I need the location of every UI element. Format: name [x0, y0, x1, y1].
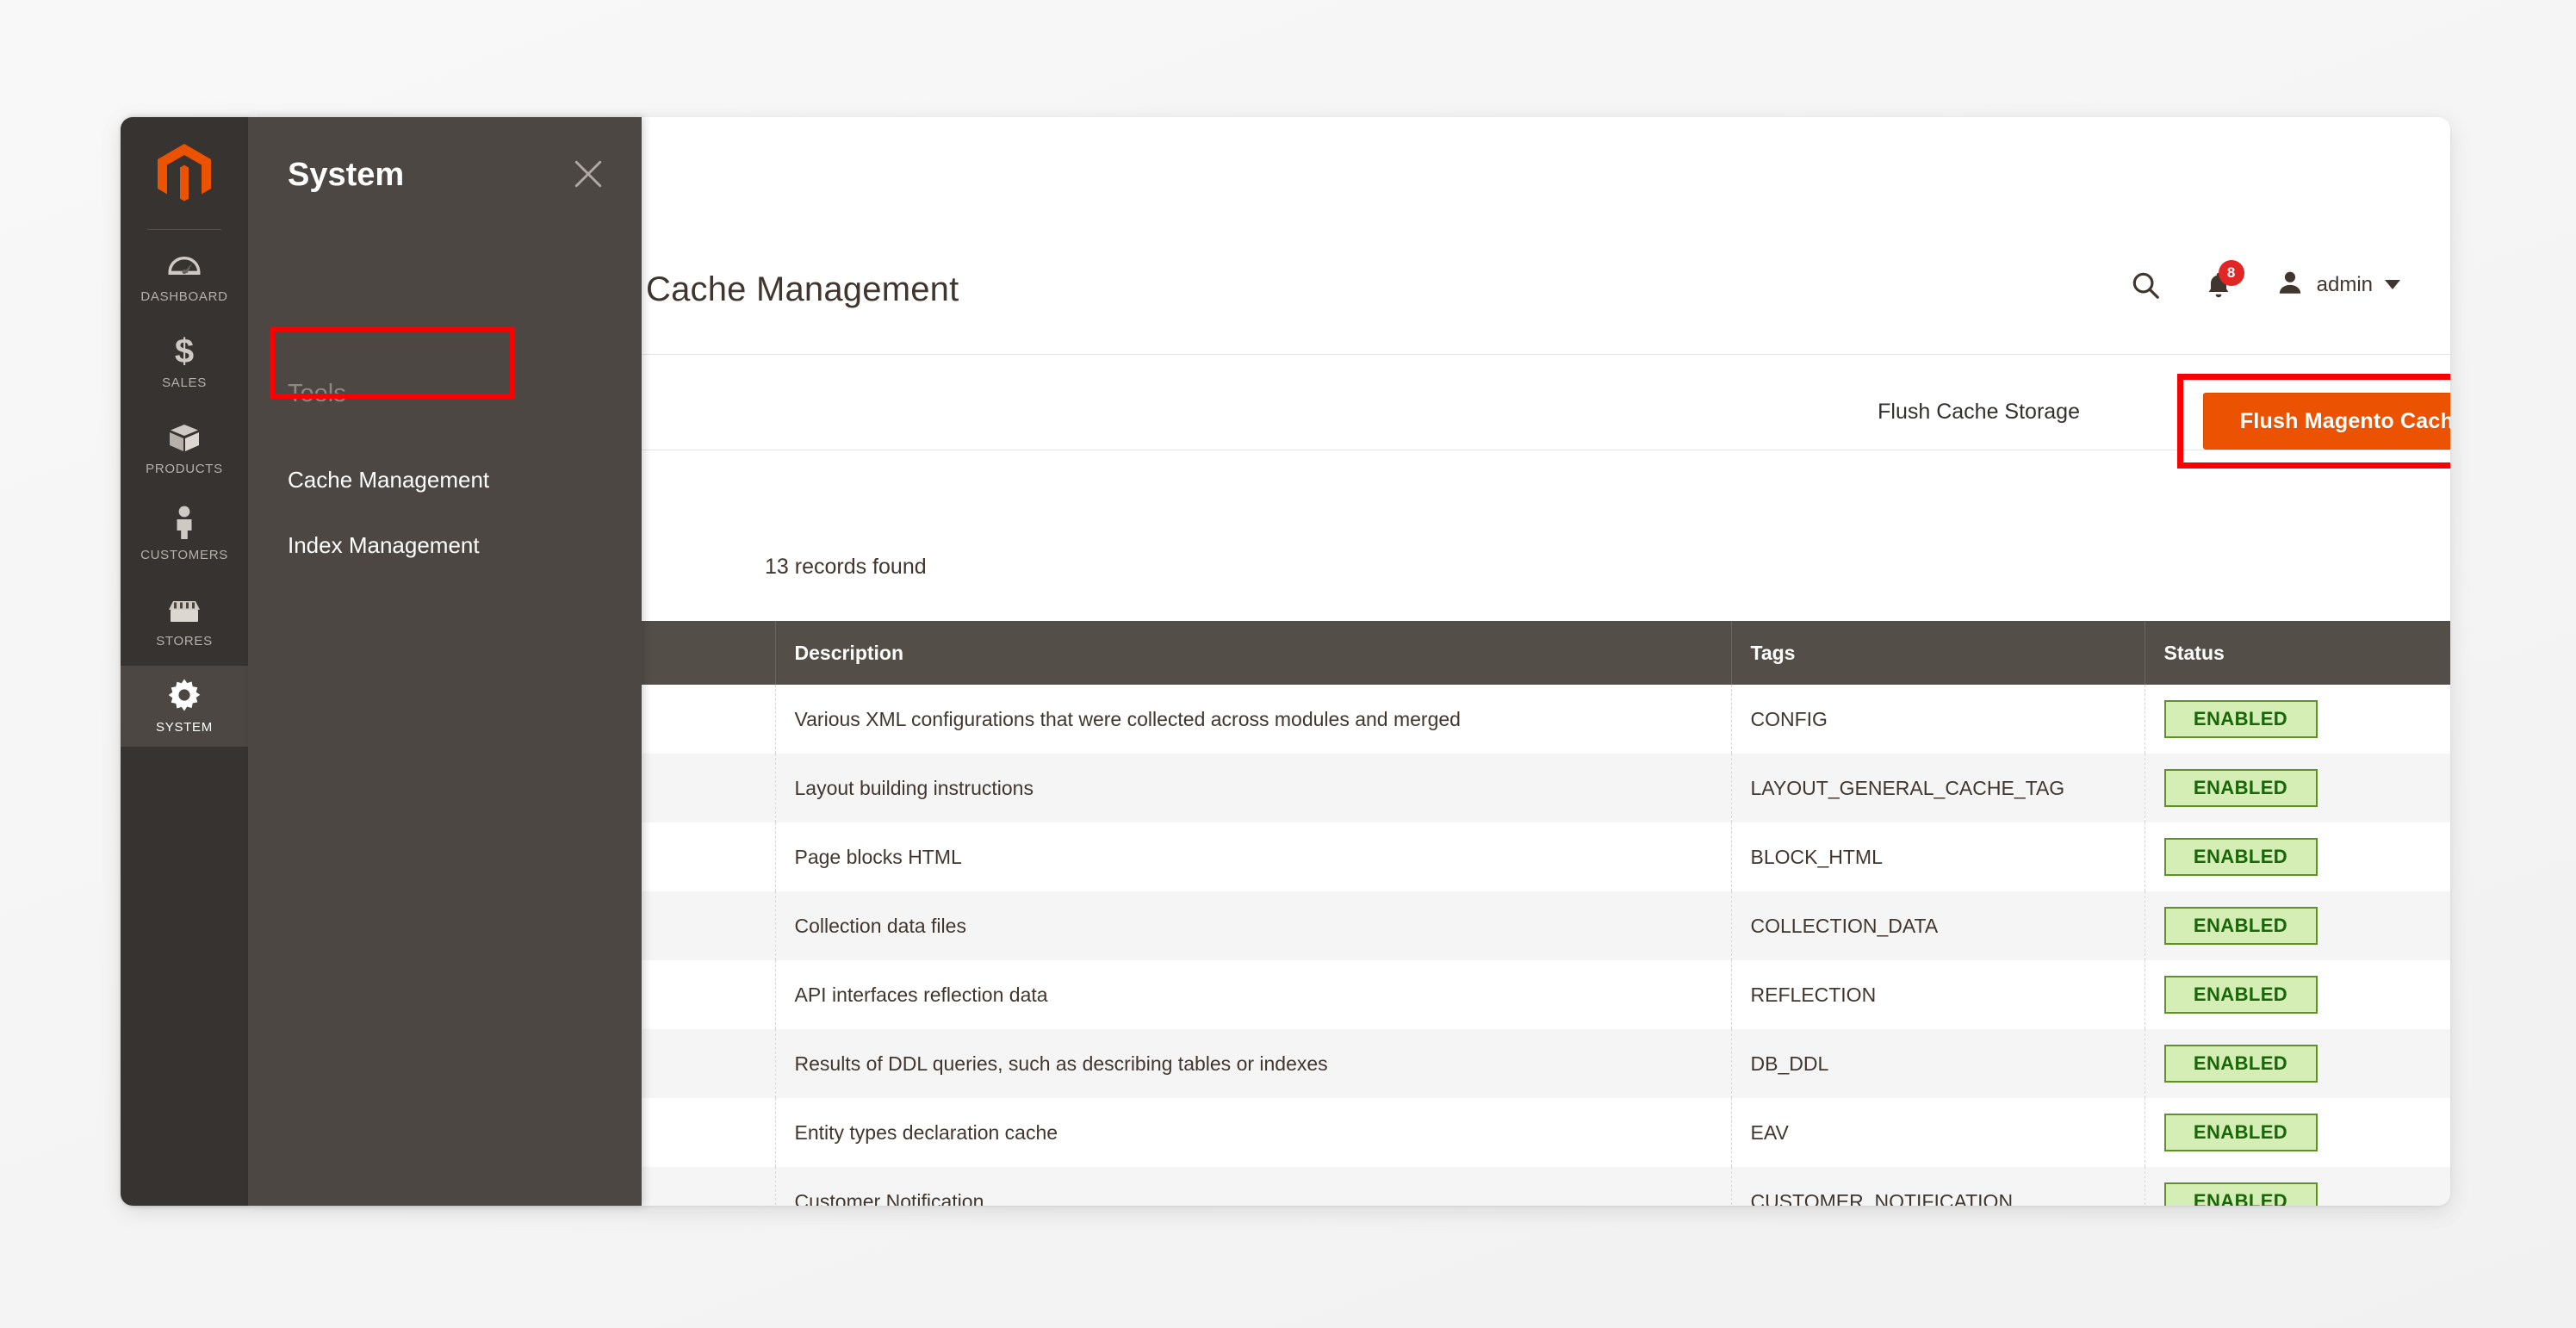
- cell-status: ENABLED: [2145, 891, 2450, 960]
- sidebar-item-label: SALES: [162, 375, 207, 390]
- user-name-label: admin: [2316, 272, 2373, 296]
- dollar-icon: $: [173, 333, 196, 368]
- flyout-section-label-tools: Tools: [288, 380, 346, 407]
- status-badge: ENABLED: [2163, 907, 2318, 945]
- search-icon[interactable]: [2129, 269, 2162, 301]
- notifications-bell-icon[interactable]: 8: [2203, 259, 2244, 301]
- status-badge: ENABLED: [2163, 700, 2318, 738]
- notifications-badge: 8: [2218, 259, 2244, 286]
- status-badge: ENABLED: [2163, 976, 2318, 1014]
- cell-status: ENABLED: [2145, 822, 2450, 891]
- cell-status: ENABLED: [2145, 1167, 2450, 1206]
- sidebar-item-sales[interactable]: $ SALES: [121, 321, 248, 402]
- storefront-icon: [167, 592, 202, 626]
- sidebar-nav-list: DASHBOARD $ SALES PRODUCTS CUSTOMERS STORES SY…: [121, 235, 248, 747]
- admin-sidebar: DASHBOARD $ SALES PRODUCTS CUSTOMERS STORES SY…: [121, 117, 248, 1206]
- cell-status: ENABLED: [2145, 960, 2450, 1029]
- gauge-icon: [167, 247, 202, 282]
- status-badge: ENABLED: [2163, 838, 2318, 876]
- cell-status: ENABLED: [2145, 1029, 2450, 1098]
- column-header-status[interactable]: Status: [2145, 621, 2450, 685]
- cell-description: Various XML configurations that were col…: [775, 685, 1732, 754]
- cell-tags: COLLECTION_DATA: [1731, 891, 2145, 960]
- sidebar-item-label: CUSTOMERS: [140, 548, 228, 562]
- cell-description: Customer Notification: [775, 1167, 1732, 1206]
- column-header-description[interactable]: Description: [775, 621, 1732, 685]
- cell-description: Page blocks HTML: [775, 822, 1732, 891]
- screen-root: Cache Management 8 admin Flush Cache Sto…: [0, 0, 2576, 1328]
- gear-icon: [167, 678, 202, 712]
- status-badge: ENABLED: [2163, 769, 2318, 807]
- sidebar-item-stores[interactable]: STORES: [121, 580, 248, 661]
- close-icon[interactable]: [569, 155, 607, 193]
- cell-tags: CONFIG: [1731, 685, 2145, 754]
- cell-tags: EAV: [1731, 1098, 2145, 1167]
- cell-description: Collection data files: [775, 891, 1732, 960]
- flyout-link-index-management[interactable]: Index Management: [288, 532, 480, 559]
- records-found-label: 13 records found: [765, 555, 927, 579]
- cell-tags: CUSTOMER_NOTIFICATION: [1731, 1167, 2145, 1206]
- system-flyout-panel: System Tools Cache Management Index Mana…: [248, 117, 642, 1206]
- person-icon: [172, 506, 196, 540]
- sidebar-item-label: SYSTEM: [156, 720, 213, 735]
- box-icon: [168, 419, 201, 454]
- user-avatar-icon: [2275, 268, 2305, 301]
- flush-cache-storage-button[interactable]: Flush Cache Storage: [1878, 400, 2080, 425]
- sidebar-item-products[interactable]: PRODUCTS: [121, 407, 248, 488]
- cell-description: Entity types declaration cache: [775, 1098, 1732, 1167]
- status-badge: ENABLED: [2163, 1045, 2318, 1083]
- cell-description: Results of DDL queries, such as describi…: [775, 1029, 1732, 1098]
- sidebar-item-system[interactable]: SYSTEM: [121, 666, 248, 747]
- cell-tags: DB_DDL: [1731, 1029, 2145, 1098]
- cell-tags: LAYOUT_GENERAL_CACHE_TAG: [1731, 754, 2145, 822]
- sidebar-item-label: STORES: [156, 634, 213, 648]
- svg-text:$: $: [175, 333, 194, 368]
- sidebar-item-label: DASHBOARD: [140, 289, 228, 304]
- sidebar-item-dashboard[interactable]: DASHBOARD: [121, 235, 248, 316]
- header-toolbar: 8 admin: [2129, 259, 2400, 301]
- status-badge: ENABLED: [2163, 1114, 2318, 1151]
- user-menu[interactable]: admin: [2275, 268, 2400, 301]
- cell-status: ENABLED: [2145, 754, 2450, 822]
- column-header-tags[interactable]: Tags: [1731, 621, 2145, 685]
- flyout-title: System: [288, 157, 405, 193]
- flyout-link-cache-management[interactable]: Cache Management: [288, 467, 489, 493]
- status-badge: ENABLED: [2163, 1182, 2318, 1206]
- cell-tags: BLOCK_HTML: [1731, 822, 2145, 891]
- cell-status: ENABLED: [2145, 685, 2450, 754]
- sidebar-item-customers[interactable]: CUSTOMERS: [121, 493, 248, 574]
- sidebar-item-label: PRODUCTS: [146, 462, 223, 476]
- magento-logo-icon[interactable]: [121, 127, 248, 220]
- cell-status: ENABLED: [2145, 1098, 2450, 1167]
- chevron-down-icon: [2385, 280, 2400, 289]
- sidebar-divider: [147, 229, 221, 230]
- cell-description: Layout building instructions: [775, 754, 1732, 822]
- page-title: Cache Management: [646, 270, 959, 308]
- flush-magento-cache-button[interactable]: Flush Magento Cache: [2203, 393, 2450, 450]
- cell-tags: REFLECTION: [1731, 960, 2145, 1029]
- cell-description: API interfaces reflection data: [775, 960, 1732, 1029]
